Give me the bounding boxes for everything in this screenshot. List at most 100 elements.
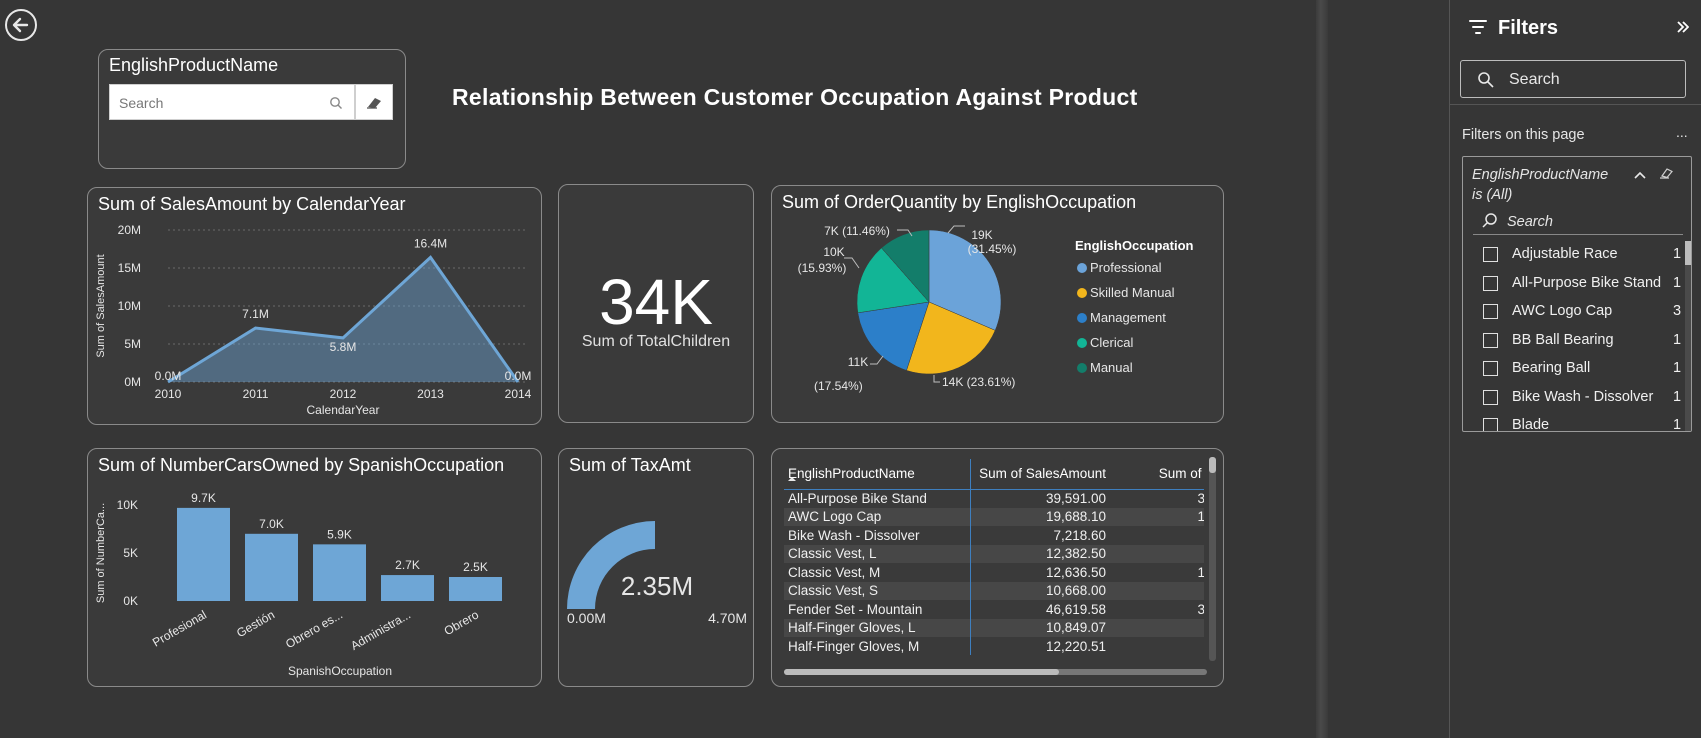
table-row[interactable]: Classic Vest, S10,668.00853.44	[784, 581, 1204, 600]
y-axis-title: Sum of NumberCa...	[95, 503, 107, 603]
filters-search-input[interactable]: Search	[1460, 60, 1686, 98]
x-tick-label: 2010	[155, 387, 182, 401]
checkbox[interactable]	[1483, 275, 1498, 291]
tax-amount-gauge: 2.35M 0.00M 4.70M	[567, 521, 747, 626]
gauge-min-label: 0.00M	[567, 610, 606, 626]
sales-cell: 19,688.10	[970, 507, 1110, 526]
sales-cell: 12,220.51	[1045, 638, 1106, 654]
table-row[interactable]: Classic Vest, L12,382.50990.60	[784, 544, 1204, 563]
legend-label: Professional	[1090, 260, 1162, 275]
slice-label: 11K	[848, 355, 868, 369]
y-tick-label: 10K	[117, 498, 138, 512]
filter-list-item[interactable]: BB Ball Bearing 1	[1463, 327, 1683, 356]
legend-label: Management	[1090, 310, 1166, 325]
checkbox[interactable]	[1483, 332, 1498, 348]
table-vertical-scrollbar[interactable]	[1209, 457, 1216, 661]
bar[interactable]	[245, 533, 298, 601]
area-fill	[168, 257, 518, 382]
bar[interactable]	[449, 577, 502, 601]
y-tick-label: 5K	[123, 546, 138, 560]
bar[interactable]	[313, 544, 366, 601]
filters-title: Filters	[1498, 17, 1559, 39]
data-label: 2.5K	[463, 560, 488, 574]
sales-area-chart: 20M 15M 10M 5M 0M 0.0M 2010 7.1M 2011 5.8M 2012 16.…	[95, 223, 532, 417]
checkbox[interactable]	[1483, 389, 1498, 405]
checkbox[interactable]	[1483, 247, 1498, 262]
checkbox[interactable]	[1483, 304, 1498, 319]
slice-label: (31.45%)	[968, 242, 1017, 256]
tax-cell: 853.44	[1110, 581, 1204, 600]
column-header-sales[interactable]: Sum of SalesAmount	[970, 459, 1110, 489]
data-label: 0.0M	[155, 369, 182, 383]
checkbox[interactable]	[1483, 418, 1498, 431]
filter-item-count: 3	[1673, 303, 1682, 319]
data-label: 5.9K	[327, 527, 352, 541]
filter-card-search-input[interactable]: Search	[1473, 209, 1683, 235]
filter-list-scroll-thumb[interactable]	[1685, 241, 1691, 265]
table-horizontal-scrollbar[interactable]	[784, 669, 1207, 675]
product-sales-table-card: EnglishProductName Sum of SalesAmount Su…	[771, 448, 1224, 687]
filters-more-options[interactable]: ...	[1676, 124, 1688, 140]
filter-list-item[interactable]: Bearing Ball 1	[1463, 355, 1683, 384]
tax-cell: 977.64	[1110, 637, 1204, 655]
filter-list-item[interactable]: Bike Wash - Dissolver 1	[1463, 384, 1683, 413]
checkbox[interactable]	[1483, 361, 1498, 376]
legend-marker	[1077, 338, 1087, 348]
table-vscroll-thumb[interactable]	[1209, 457, 1216, 473]
filter-list-item[interactable]: All-Purpose Bike Stand 1	[1463, 270, 1683, 299]
data-label: 7.0K	[259, 517, 284, 531]
y-tick-label: 10M	[118, 299, 141, 313]
collapse-pane-icon[interactable]	[1677, 20, 1689, 34]
column-header-product[interactable]: EnglishProductName	[784, 459, 971, 489]
filter-item-label: AWC Logo Cap	[1512, 303, 1613, 319]
product-slicer: EnglishProductName Search	[98, 49, 406, 169]
x-tick-label: Obrero	[442, 607, 482, 638]
clear-filter-eraser-icon[interactable]	[1659, 167, 1675, 179]
bar[interactable]	[177, 507, 230, 601]
filter-list-scrollbar[interactable]	[1685, 241, 1691, 431]
product-cell: Fender Set - Mountain	[784, 600, 971, 619]
x-tick-label: 2011	[243, 387, 269, 401]
slice-label: 19K	[971, 228, 992, 242]
y-tick-label: 5M	[124, 337, 141, 351]
table-row[interactable]: Classic Vest, M 12,636.50 1,010.92	[784, 563, 1204, 582]
filter-item-count: 1	[1673, 388, 1682, 405]
legend-marker	[1077, 313, 1087, 323]
table-row[interactable]: Bike Wash - Dissolver 7,218.60577.49	[784, 526, 1204, 545]
filter-card-search-placeholder: Search	[1507, 214, 1553, 230]
table-row[interactable]: Half-Finger Gloves, M 12,220.51977.64	[784, 637, 1204, 655]
filter-list-item[interactable]: AWC Logo Cap 3	[1463, 298, 1683, 327]
sales-cell: 10,668.00	[970, 581, 1110, 600]
legend-marker	[1077, 263, 1087, 273]
clear-selection-button[interactable]	[355, 84, 393, 120]
sales-area-chart-card: Sum of SalesAmount by CalendarYear 20M 15…	[87, 187, 542, 425]
table-row[interactable]: AWC Logo Cap19,688.101,575.05	[784, 507, 1204, 526]
filter-card-title[interactable]: EnglishProductName is (All)	[1472, 165, 1608, 205]
filter-list-item[interactable]: Adjustable Race 1	[1463, 241, 1683, 270]
bar[interactable]	[381, 575, 434, 601]
leader-line	[947, 225, 965, 234]
y-tick-label: 15M	[118, 261, 141, 275]
table-row[interactable]: Half-Finger Gloves, L10,849.07867.93	[784, 618, 1204, 637]
table-row[interactable]: All-Purpose Bike Stand 39,591.00 3,167.28	[784, 489, 1204, 508]
slicer-search-input[interactable]: Search	[109, 84, 355, 120]
product-cell: Half-Finger Gloves, L	[784, 618, 971, 637]
table-hscroll-thumb[interactable]	[784, 669, 1059, 675]
filter-icon	[1469, 20, 1487, 34]
column-header-tax[interactable]: Sum of TaxAmt	[1110, 459, 1204, 489]
filter-item-label: All-Purpose Bike Stand	[1512, 274, 1662, 291]
table-row[interactable]: Fender Set - Mountain 46,619.58 3,729.57	[784, 600, 1204, 619]
sales-cell: 46,619.58	[1045, 601, 1106, 617]
back-arrow-icon[interactable]	[5, 9, 37, 41]
filter-list-item[interactable]: Blade 1	[1463, 412, 1683, 431]
tax-cell: 3,729.57	[1197, 601, 1204, 617]
product-cell: All-Purpose Bike Stand	[784, 489, 971, 508]
pane-divider[interactable]	[1316, 0, 1328, 738]
occupation-pie-chart-card: Sum of OrderQuantity by EnglishOccupatio…	[771, 185, 1224, 423]
tax-cell: 3,167.28	[1197, 491, 1204, 506]
chevron-up-icon[interactable]	[1634, 171, 1646, 179]
slice-label: 14K (23.61%)	[942, 375, 1015, 389]
filter-item-count: 1	[1673, 360, 1682, 376]
filters-header: Filters	[1450, 0, 1701, 56]
filter-card-field: EnglishProductName	[1472, 167, 1609, 183]
